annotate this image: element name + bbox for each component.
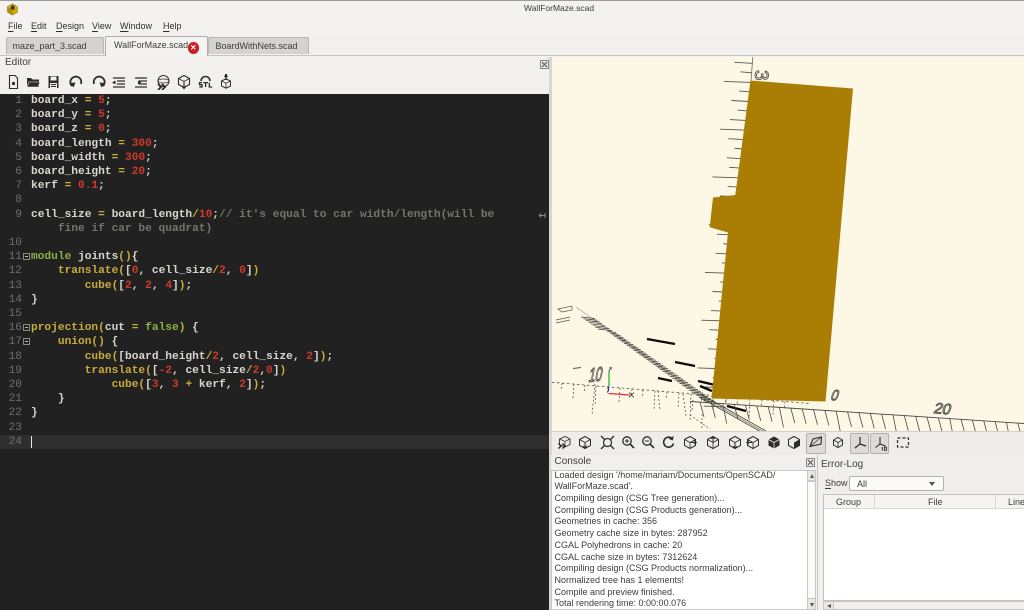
- svg-text:3: 3: [750, 70, 771, 81]
